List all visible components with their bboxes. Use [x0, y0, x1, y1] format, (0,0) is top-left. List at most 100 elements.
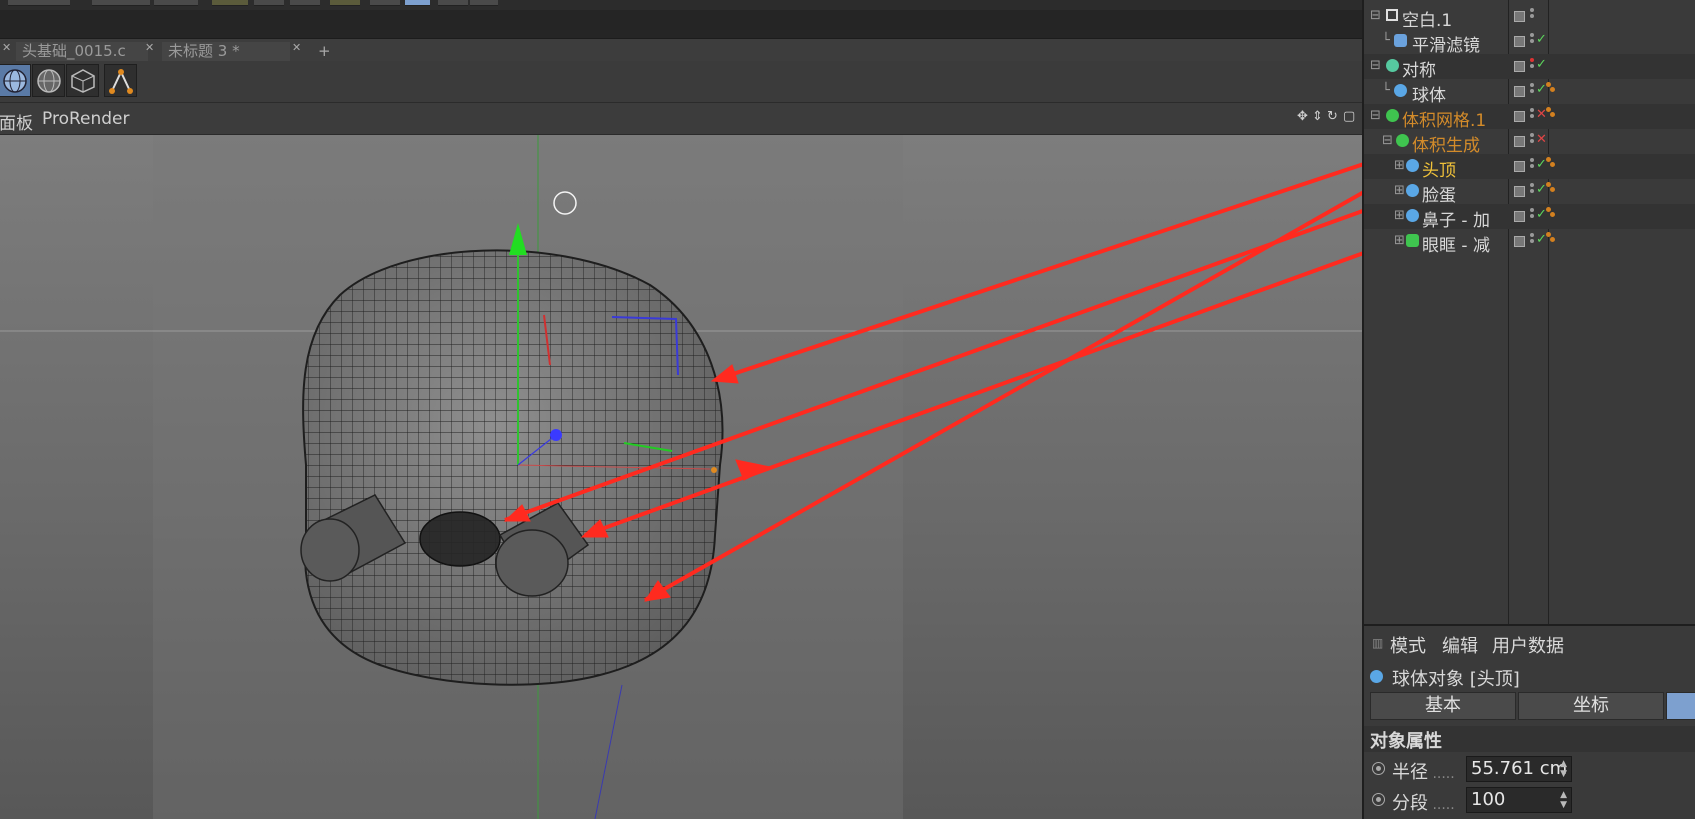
layer-icon[interactable]	[1514, 211, 1525, 222]
phong-tag-icon[interactable]	[1546, 232, 1558, 246]
object-row-volume-builder[interactable]: ⊟ 体积生成 ✕	[1364, 129, 1695, 156]
layer-icon[interactable]	[1514, 161, 1525, 172]
menu-edit[interactable]: 编辑	[1442, 632, 1478, 658]
object-row-symmetry[interactable]: ⊟ 对称 ✓	[1364, 54, 1695, 81]
toolbar-button[interactable]	[370, 0, 400, 6]
attribute-manager: ▥ 模式 编辑 用户数据 球体对象 [头顶] 基本 坐标 对象属性 半径 ...…	[1362, 624, 1695, 819]
visibility-dots[interactable]	[1530, 58, 1534, 72]
gizmo-x-handle[interactable]	[711, 467, 717, 473]
tree-expander[interactable]: ⊟	[1370, 58, 1381, 73]
tab-basic[interactable]: 基本	[1370, 692, 1516, 720]
tab-object[interactable]	[1666, 692, 1695, 720]
layer-icon[interactable]	[1514, 86, 1525, 97]
object-row-smoothing[interactable]: └ 平滑滤镜 ✓	[1364, 29, 1695, 56]
layer-icon[interactable]	[1514, 186, 1525, 197]
spinner-icon[interactable]: ▲ ▼	[1560, 790, 1567, 810]
layer-icon[interactable]	[1514, 111, 1525, 122]
object-row-volume-mesher[interactable]: ⊟ 体积网格.1 ✕	[1364, 104, 1695, 131]
disabled-cross-icon[interactable]: ✕	[1536, 132, 1547, 147]
enabled-check-icon[interactable]: ✓	[1536, 32, 1547, 47]
object-row-sphere[interactable]: └ 球体 ✓	[1364, 79, 1695, 106]
toolbar-button[interactable]	[8, 0, 70, 6]
phong-tag-icon[interactable]	[1546, 107, 1558, 121]
object-row-cheeks[interactable]: ⊞ 脸蛋 ✓	[1364, 179, 1695, 206]
toolbar-button[interactable]	[405, 0, 430, 6]
gouraud-shading-button[interactable]	[0, 64, 31, 97]
close-tab-icon[interactable]: ✕	[292, 41, 301, 54]
toolbar-button[interactable]	[212, 0, 248, 6]
radius-label-text: 半径	[1392, 762, 1428, 783]
object-name: 球体	[1412, 86, 1446, 106]
tree-expander[interactable]: ⊟	[1382, 133, 1393, 148]
layer-icon[interactable]	[1514, 11, 1525, 22]
3d-viewport[interactable]	[0, 135, 1362, 819]
tab-coord[interactable]: 坐标	[1518, 692, 1664, 720]
visibility-dots[interactable]	[1530, 233, 1534, 247]
rotate-view-icon[interactable]: ↻	[1327, 109, 1338, 124]
tree-line: └	[1382, 33, 1390, 48]
toolbar-button[interactable]	[254, 0, 284, 6]
layer-icon[interactable]	[1514, 236, 1525, 247]
visibility-dots[interactable]	[1530, 83, 1534, 97]
cinema4d-window: ✕ 头基础_0015.c ✕ 未标题 3 * ✕ + 面板 ProRender …	[0, 0, 1695, 819]
visibility-dots[interactable]	[1530, 8, 1534, 22]
spinner-icon[interactable]: ▲ ▼	[1560, 759, 1567, 779]
object-row-null[interactable]: ⊟ 空白.1	[1364, 4, 1695, 31]
menu-user-data[interactable]: 用户数据	[1492, 632, 1564, 658]
document-tab[interactable]: 头基础_0015.c	[16, 42, 148, 61]
toolbar-button[interactable]	[290, 0, 320, 6]
tab-label: 坐标	[1573, 695, 1609, 716]
gizmo-z-handle[interactable]	[550, 429, 562, 441]
points-mode-button[interactable]	[104, 64, 137, 97]
toolbar-button[interactable]	[330, 0, 360, 6]
menu-prorender[interactable]: ProRender	[42, 109, 130, 129]
toolbar-button[interactable]	[154, 0, 198, 6]
toolbar-button[interactable]	[92, 0, 150, 6]
tree-expander[interactable]: ⊞	[1394, 158, 1405, 173]
tree-expander[interactable]: ⊟	[1370, 8, 1381, 23]
visibility-dots[interactable]	[1530, 208, 1534, 222]
visibility-dots[interactable]	[1530, 133, 1534, 147]
nose-sphere[interactable]	[419, 511, 501, 567]
menu-panel[interactable]: 面板	[0, 109, 33, 134]
object-manager: ⊟ 空白.1 └ 平滑滤镜 ✓ ⊟ 对称 ✓ └ 球体 ✓ ⊟ 体积网格.1 ✕…	[1362, 0, 1695, 624]
tree-expander[interactable]: ⊞	[1394, 208, 1405, 223]
object-row-eye-socket[interactable]: ⊞ 眼眶 - 减 ✓	[1364, 229, 1695, 256]
layer-icon[interactable]	[1514, 36, 1525, 47]
null-icon	[1386, 9, 1398, 21]
tree-expander[interactable]: ⊞	[1394, 183, 1405, 198]
close-tab-icon[interactable]: ✕	[145, 41, 154, 54]
tree-expander[interactable]: ⊟	[1370, 108, 1381, 123]
phong-tag-icon[interactable]	[1546, 207, 1558, 221]
visibility-dots[interactable]	[1530, 108, 1534, 122]
visibility-dots[interactable]	[1530, 33, 1534, 47]
phong-tag-icon[interactable]	[1546, 182, 1558, 196]
phong-tag-icon[interactable]	[1546, 82, 1558, 96]
visibility-dots[interactable]	[1530, 158, 1534, 172]
zoom-view-icon[interactable]: ⇕	[1312, 109, 1323, 124]
maximize-view-icon[interactable]: ▢	[1343, 109, 1355, 124]
visibility-dots[interactable]	[1530, 183, 1534, 197]
keyframe-radio-icon[interactable]	[1372, 793, 1385, 806]
object-row-nose[interactable]: ⊞ 鼻子 - 加 ✓	[1364, 204, 1695, 231]
object-row-head-top[interactable]: ⊞ 头顶 ✓	[1364, 154, 1695, 181]
layer-icon[interactable]	[1514, 136, 1525, 147]
menu-mode[interactable]: 模式	[1390, 632, 1426, 658]
keyframe-radio-icon[interactable]	[1372, 762, 1385, 775]
enabled-check-icon[interactable]: ✓	[1536, 57, 1547, 72]
tree-expander[interactable]: ⊞	[1394, 233, 1405, 248]
toolbar-button[interactable]	[470, 0, 498, 6]
document-tab-label: 未标题 3 *	[168, 42, 240, 60]
add-tab-button[interactable]: +	[318, 42, 331, 60]
close-tab-icon[interactable]: ✕	[2, 41, 11, 54]
layer-icon[interactable]	[1514, 61, 1525, 72]
lines-shading-button[interactable]	[32, 64, 65, 97]
move-view-icon[interactable]: ✥	[1297, 109, 1308, 124]
document-tab[interactable]: 未标题 3 *	[162, 42, 290, 61]
toolbar-button[interactable]	[438, 0, 468, 6]
segments-field[interactable]: 100 ▲ ▼	[1466, 787, 1572, 813]
radius-field[interactable]: 55.761 cm ▲ ▼	[1466, 756, 1572, 782]
phong-tag-icon[interactable]	[1546, 157, 1558, 171]
segments-label-dots: .....	[1428, 797, 1455, 813]
isoparms-button[interactable]	[66, 64, 99, 97]
